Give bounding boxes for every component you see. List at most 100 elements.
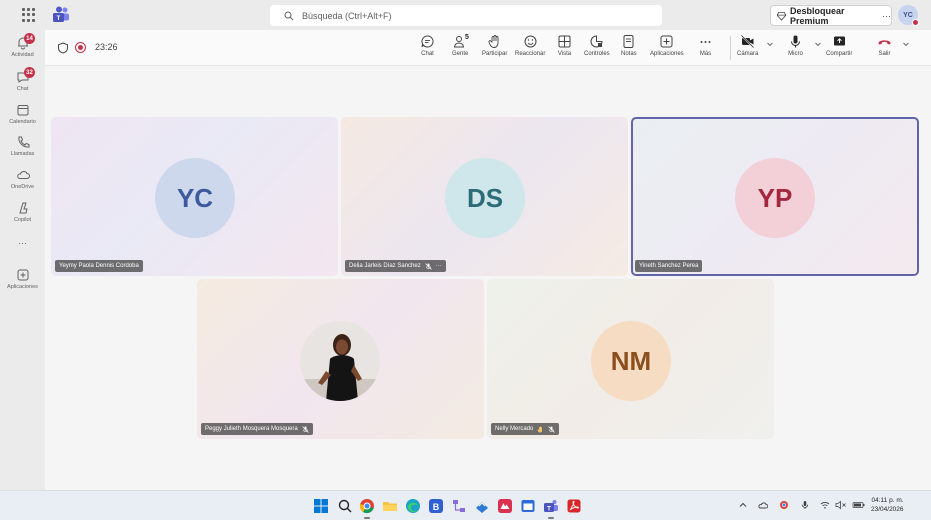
network-app-icon[interactable] — [451, 498, 467, 514]
system-clock[interactable]: 04:11 p. m. 23/04/2026 — [871, 496, 904, 514]
apps-button[interactable]: Aplicaciones — [650, 34, 684, 57]
muted-mic-icon — [548, 425, 556, 433]
recording-icon — [75, 42, 86, 53]
photos-app-icon[interactable] — [497, 498, 513, 514]
participant-tile-active[interactable]: YP Yineth Sanchez Perea — [631, 117, 919, 276]
participant-name: Delia Jarleis Díaz Sanchez — [349, 263, 421, 269]
clock-date: 23/04/2026 — [871, 506, 904, 513]
rail-item-apps[interactable]: Aplicaciones — [0, 268, 45, 290]
participant-tile[interactable]: YC Yeymy Paola Dennis Cordoba — [51, 117, 338, 276]
raise-hand-button[interactable]: Participar — [482, 34, 507, 57]
bing-app-icon[interactable]: B — [428, 498, 444, 514]
mic-in-use-icon[interactable] — [800, 500, 810, 510]
file-explorer-icon[interactable] — [382, 498, 398, 514]
activity-badge: 14 — [24, 33, 35, 44]
participant-tile[interactable]: DS Delia Jarleis Díaz Sanchez ··· — [341, 117, 628, 276]
participant-name: Peggy Julieth Mosquera Mosquera — [205, 426, 298, 432]
participant-initials: NM — [610, 345, 652, 376]
shield-icon[interactable] — [57, 42, 69, 54]
participant-initials: YC — [176, 182, 214, 213]
ellipsis-icon — [700, 41, 711, 43]
clock-time: 04:11 p. m. — [871, 497, 904, 504]
leave-options-chevron-icon[interactable] — [902, 40, 910, 48]
search-input[interactable]: Búsqueda (Ctrl+Alt+F) — [270, 5, 662, 26]
participant-more-button[interactable]: ··· — [436, 263, 442, 269]
taskbar-search-icon[interactable] — [337, 498, 353, 514]
view-label: Vista — [557, 51, 572, 57]
mic-button[interactable]: Micro — [788, 34, 803, 57]
participant-tile[interactable]: NM Nelly Mercado — [487, 279, 774, 439]
battery-icon[interactable] — [852, 500, 865, 510]
calendar-icon — [17, 105, 28, 116]
svg-text:T: T — [547, 505, 551, 512]
calendar-app-icon[interactable] — [520, 498, 536, 514]
acrobat-icon[interactable] — [566, 498, 582, 514]
chat-button[interactable]: Chat — [420, 34, 435, 57]
teams-taskbar-icon[interactable]: T — [543, 498, 559, 514]
rail-label: Calendario — [9, 119, 36, 125]
volume-muted-icon[interactable] — [835, 500, 847, 510]
rail-item-chat[interactable]: Chat 32 — [0, 67, 45, 92]
rail-item-activity[interactable]: Actividad 14 — [0, 33, 45, 58]
app-launcher-icon[interactable] — [22, 8, 36, 22]
show-hidden-icons-chevron-icon[interactable] — [738, 500, 748, 510]
participant-initials: YP — [757, 182, 793, 213]
cloud-icon — [16, 171, 30, 179]
rail-label: Aplicaciones — [7, 284, 38, 290]
chat-badge: 32 — [24, 67, 35, 78]
react-button[interactable]: Reaccionar — [515, 34, 545, 57]
windows-taskbar: B T 04:11 p. m. 23/04/2026 — [0, 490, 931, 520]
camera-options-chevron-icon[interactable] — [766, 40, 774, 48]
unlock-premium-button[interactable]: Desbloquear Premium ··· — [770, 5, 892, 26]
chrome-icon[interactable] — [359, 498, 375, 514]
participant-avatar: NM — [591, 321, 671, 401]
hand-icon — [488, 35, 499, 48]
participant-nametag: Delia Jarleis Díaz Sanchez ··· — [345, 260, 446, 272]
share-button[interactable]: Compartir — [826, 34, 852, 57]
controls-label: Controles — [584, 51, 610, 57]
diamond-icon — [777, 11, 786, 21]
teams-logo-icon: T — [53, 6, 69, 22]
rail-item-copilot[interactable]: Copilot — [0, 201, 45, 223]
more-label: Más — [699, 51, 712, 57]
mic-icon — [791, 35, 800, 48]
onedrive-tray-icon[interactable] — [758, 500, 768, 510]
rail-item-more[interactable]: ··· — [0, 238, 45, 248]
rail-item-onedrive[interactable]: OneDrive — [0, 168, 45, 190]
chat-label: Chat — [421, 51, 434, 57]
user-avatar[interactable]: YC — [898, 5, 919, 26]
participant-avatar: YP — [735, 158, 815, 238]
leave-button[interactable]: Salir — [877, 34, 892, 57]
chrome-tray-icon[interactable] — [779, 500, 789, 510]
wifi-icon[interactable] — [820, 500, 830, 510]
people-label: Gente — [452, 51, 469, 57]
raise-hand-label: Participar — [482, 51, 508, 57]
grid-view-icon — [558, 35, 571, 48]
people-button[interactable]: 5 Gente — [452, 34, 469, 57]
more-dots: ··· — [18, 238, 27, 248]
rail-label: OneDrive — [10, 184, 35, 190]
active-app-indicator — [548, 517, 554, 519]
store-app-icon[interactable] — [474, 498, 490, 514]
camera-button[interactable]: Cámara — [737, 34, 758, 57]
mic-label: Micro — [788, 51, 803, 57]
notes-button[interactable]: Notas — [621, 34, 637, 57]
windows-start-icon[interactable] — [313, 498, 329, 514]
edge-icon[interactable] — [405, 498, 421, 514]
toolbar-divider — [730, 36, 731, 60]
notes-label: Notas — [621, 51, 637, 57]
more-button[interactable]: Más — [698, 34, 713, 57]
mic-options-chevron-icon[interactable] — [814, 40, 822, 48]
participant-photo — [300, 321, 380, 401]
more-options-button[interactable]: ··· — [882, 11, 891, 21]
rail-item-calls[interactable]: Llamadas — [0, 135, 45, 157]
view-button[interactable]: Vista — [557, 34, 572, 57]
controls-button[interactable]: Controles — [584, 34, 610, 57]
rail-item-calendar[interactable]: Calendario — [0, 103, 45, 125]
notes-icon — [623, 35, 634, 48]
participant-tile[interactable]: Peggy Julieth Mosquera Mosquera — [197, 279, 484, 439]
title-bar: T Búsqueda (Ctrl+Alt+F) Desbloquear Prem… — [0, 0, 931, 30]
chat-icon — [421, 35, 434, 48]
hang-up-icon — [878, 40, 891, 45]
meeting-toolbar: 23:26 Chat 5 Gente Participar Reaccionar… — [45, 30, 931, 66]
